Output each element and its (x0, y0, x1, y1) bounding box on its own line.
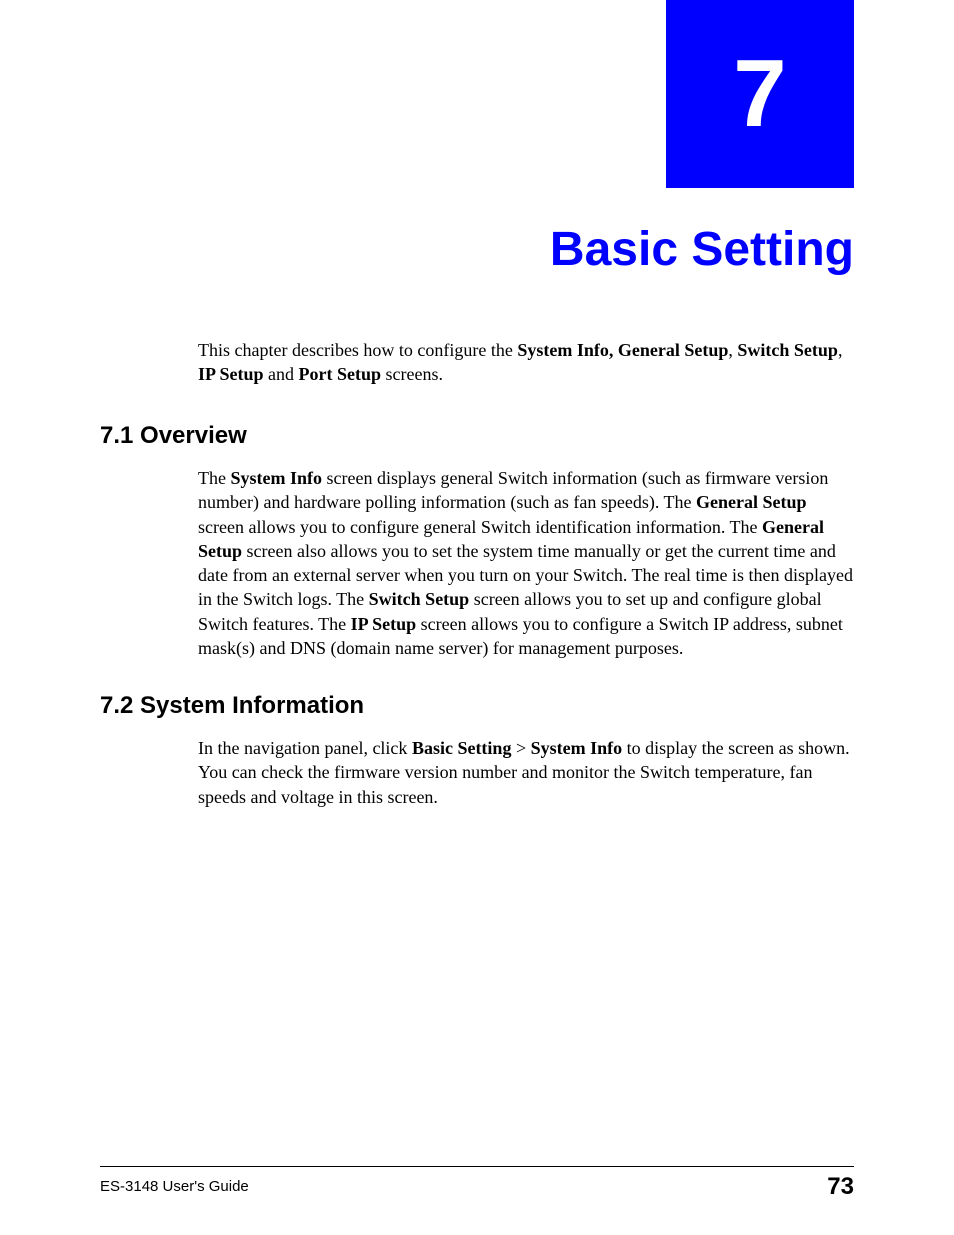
footer-page-number: 73 (827, 1173, 854, 1201)
overview-paragraph: The System Info screen displays general … (198, 466, 854, 660)
section-heading-overview: 7.1 Overview (100, 422, 247, 450)
body-bold: Switch Setup (369, 589, 470, 609)
body-bold: System Info (531, 738, 623, 758)
body-text: > (511, 738, 530, 758)
chapter-title: Basic Setting (550, 222, 854, 277)
intro-bold-4: Port Setup (299, 364, 382, 384)
body-bold: IP Setup (351, 614, 417, 634)
body-text: In the navigation panel, click (198, 738, 412, 758)
body-bold: System Info (230, 468, 322, 488)
body-text: The (198, 468, 230, 488)
intro-text: and (264, 364, 299, 384)
footer-guide-title: ES-3148 User's Guide (100, 1178, 249, 1195)
intro-text: , (838, 340, 843, 360)
body-text: screen allows you to configure general S… (198, 517, 762, 537)
intro-bold-1: System Info, General Setup (517, 340, 728, 360)
chapter-number: 7 (733, 39, 786, 149)
intro-bold-2: Switch Setup (737, 340, 838, 360)
chapter-badge: 7 (666, 0, 854, 188)
section-heading-system-information: 7.2 System Information (100, 692, 364, 720)
body-bold: General Setup (696, 492, 807, 512)
intro-bold-3: IP Setup (198, 364, 264, 384)
intro-paragraph: This chapter describes how to configure … (198, 338, 854, 387)
intro-text: This chapter describes how to configure … (198, 340, 517, 360)
system-information-paragraph: In the navigation panel, click Basic Set… (198, 736, 854, 809)
body-bold: Basic Setting (412, 738, 512, 758)
footer-divider (100, 1166, 854, 1167)
intro-text: screens. (381, 364, 443, 384)
